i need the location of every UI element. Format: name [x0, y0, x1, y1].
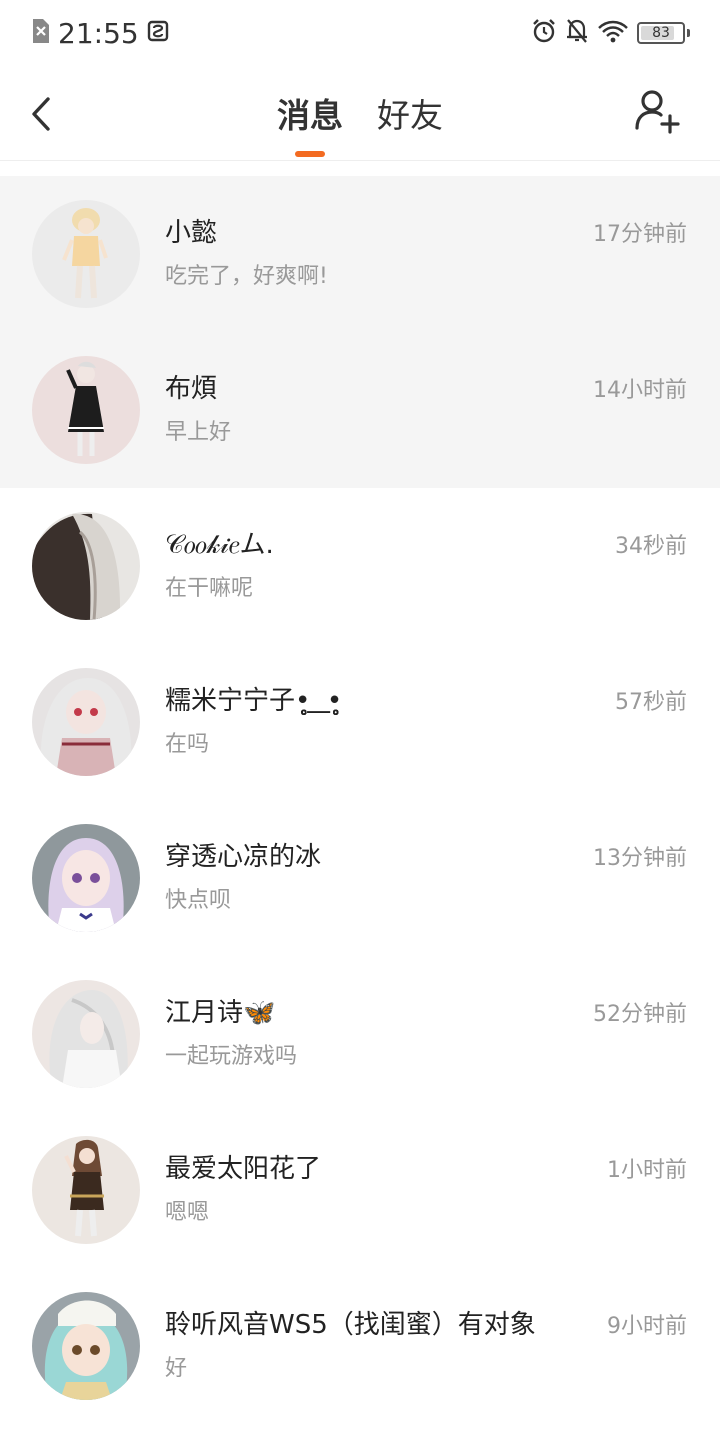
- avatar[interactable]: [32, 200, 140, 308]
- avatar[interactable]: [32, 1136, 140, 1244]
- avatar[interactable]: [32, 980, 140, 1088]
- last-message: 好: [165, 1356, 188, 1381]
- contact-name: 聆听风音WS5（找闺蜜）有对象: [165, 1310, 536, 1340]
- screenshot-icon: [147, 20, 169, 46]
- last-message: 在吗: [165, 732, 210, 757]
- contact-name: 糯米宁宁子•̥̥̥̥̥̥̥̥ ͟ •̥̥̥̥̥̥: [165, 686, 343, 716]
- avatar[interactable]: [32, 512, 140, 620]
- alarm-icon: [531, 18, 557, 48]
- status-time: 21:55: [58, 16, 139, 50]
- contact-name: 江月诗🦋: [165, 998, 276, 1028]
- avatar[interactable]: [32, 1292, 140, 1400]
- sim-off-icon: [30, 18, 50, 48]
- message-time: 57秒前: [615, 690, 687, 715]
- tab-friends[interactable]: 好友: [377, 89, 443, 137]
- contact-name: 小懿: [165, 218, 218, 248]
- message-time: 52分钟前: [593, 1002, 687, 1027]
- conversation-item[interactable]: 布煩 早上好 14小时前: [0, 332, 720, 488]
- conversation-item[interactable]: 聆听风音WS5（找闺蜜）有对象 好 9小时前: [0, 1268, 720, 1424]
- conversation-item[interactable]: 穿透心凉的冰 快点呗 13分钟前: [0, 800, 720, 956]
- message-time: 9小时前: [607, 1314, 687, 1339]
- conversation-item[interactable]: 最爱太阳花了 嗯嗯 1小时前: [0, 1112, 720, 1268]
- contact-name: 最爱太阳花了: [165, 1154, 322, 1184]
- add-friend-button[interactable]: [634, 88, 680, 134]
- avatar[interactable]: [32, 356, 140, 464]
- message-time: 34秒前: [615, 534, 687, 559]
- last-message: 快点呗: [165, 888, 232, 913]
- last-message: 早上好: [165, 420, 232, 445]
- last-message: 一起玩游戏吗: [165, 1044, 298, 1069]
- last-message: 嗯嗯: [165, 1200, 210, 1225]
- conversation-item[interactable]: 小懿 吃完了，好爽啊! 17分钟前: [0, 176, 720, 332]
- add-user-icon: [635, 90, 680, 134]
- tab-bar: 消息 好友: [0, 66, 720, 160]
- last-message: 在干嘛呢: [165, 576, 254, 601]
- battery-level: 83: [652, 25, 670, 41]
- message-time: 17分钟前: [593, 222, 687, 247]
- tab-messages-label: 消息: [277, 96, 343, 135]
- battery-tip: [687, 29, 690, 37]
- contact-name: 布煩: [165, 374, 218, 404]
- avatar[interactable]: [32, 668, 140, 776]
- wifi-icon: [597, 19, 629, 47]
- bell-off-icon: [565, 18, 589, 48]
- message-time: 14小时前: [593, 378, 687, 403]
- top-navigation: 消息 好友: [0, 66, 720, 161]
- conversation-item[interactable]: 𝒞𝑜𝑜𝓀𝒾𝑒ム. 在干嘛呢 34秒前: [0, 488, 720, 644]
- status-bar: 21:55 83: [0, 0, 720, 66]
- tab-friends-label: 好友: [377, 96, 443, 135]
- active-tab-indicator: [295, 151, 325, 157]
- battery-icon: 83: [637, 22, 685, 44]
- tab-messages[interactable]: 消息: [277, 89, 343, 157]
- conversation-item[interactable]: 糯米宁宁子•̥̥̥̥̥̥̥̥ ͟ •̥̥̥̥̥̥ 在吗 57秒前: [0, 644, 720, 800]
- conversation-list: 小懿 吃完了，好爽啊! 17分钟前 布煩 早上好 14小时前 𝒞𝑜𝑜𝓀𝒾𝑒ム. …: [0, 176, 720, 1424]
- conversation-item[interactable]: 江月诗🦋 一起玩游戏吗 52分钟前: [0, 956, 720, 1112]
- message-time: 13分钟前: [593, 846, 687, 871]
- contact-name: 𝒞𝑜𝑜𝓀𝒾𝑒ム.: [165, 530, 274, 560]
- avatar[interactable]: [32, 824, 140, 932]
- last-message: 吃完了，好爽啊!: [165, 264, 328, 289]
- message-time: 1小时前: [607, 1158, 687, 1183]
- contact-name: 穿透心凉的冰: [165, 842, 322, 872]
